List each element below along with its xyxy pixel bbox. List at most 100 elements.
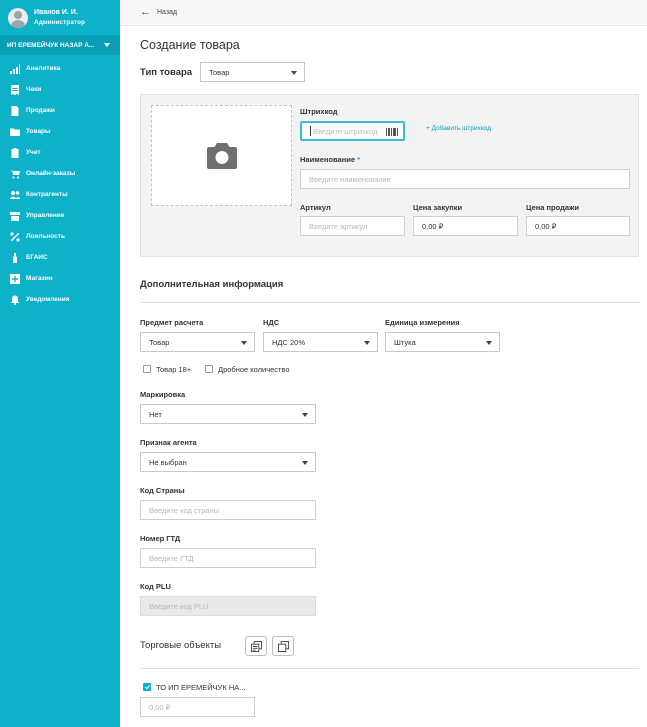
sidebar-item-contractors[interactable]: Контрагенты xyxy=(0,184,120,205)
purchase-price-value: 0,00 ₽ xyxy=(422,221,444,231)
chevron-down-icon xyxy=(302,413,308,417)
unit-select[interactable]: Штука xyxy=(385,332,500,352)
sale-price-value: 0,00 ₽ xyxy=(535,221,557,231)
vat-value: НДС 20% xyxy=(272,337,306,347)
company-selector[interactable]: ИП ЕРЕМЕЙЧУК НАЗАР А... xyxy=(0,35,120,55)
gtd-placeholder: Введите ГТД xyxy=(149,553,194,563)
barcode-placeholder: Введите штрихкод xyxy=(313,126,378,136)
people-icon xyxy=(9,189,20,200)
company-name: ИП ЕРЕМЕЙЧУК НАЗАР А... xyxy=(7,41,95,49)
chevron-down-icon xyxy=(486,341,492,345)
chevron-down-icon xyxy=(364,341,370,345)
copy-settings-button[interactable] xyxy=(245,636,267,656)
sidebar-item-accounting[interactable]: Учет xyxy=(0,142,120,163)
trade-objects-title: Торговые объекты xyxy=(140,640,222,651)
document-icon xyxy=(9,105,20,116)
copy-icon xyxy=(277,640,289,652)
copy-button[interactable] xyxy=(272,636,294,656)
sidebar-item-receipts[interactable]: Чеки xyxy=(0,79,120,100)
sale-price-input[interactable]: 0,00 ₽ xyxy=(526,216,630,236)
analytics-icon xyxy=(9,63,20,74)
product-main-card: Штрихкод Введите штрихкод + Добавить штр… xyxy=(140,94,639,257)
fractional-label: Дробное количество xyxy=(218,365,290,374)
gtd-label: Номер ГТД xyxy=(140,534,181,543)
sidebar: Иванов И. И. Администратор ИП ЕРЕМЕЙЧУК … xyxy=(0,0,120,727)
sidebar-item-label: Чеки xyxy=(26,86,42,93)
required-mark: * xyxy=(357,155,361,164)
shop-plus-icon xyxy=(9,273,20,284)
clipboard-icon xyxy=(9,147,20,158)
subject-select[interactable]: Товар xyxy=(140,332,255,352)
trade-object-label: ТО ИП ЕРЕМЕЙЧУК НА... xyxy=(156,683,246,692)
fractional-checkbox[interactable] xyxy=(205,365,213,373)
arrow-left-icon: ← xyxy=(140,6,151,18)
marking-label: Маркировка xyxy=(140,390,186,399)
add-barcode-link[interactable]: + Добавить штрихкод xyxy=(426,125,491,132)
purchase-price-label: Цена закупки xyxy=(413,203,463,212)
sidebar-item-label: Лояльность xyxy=(26,233,65,240)
unit-label: Единица измерения xyxy=(385,318,460,327)
user-profile[interactable]: Иванов И. И. Администратор xyxy=(0,0,120,35)
sidebar-item-loyalty[interactable]: Лояльность xyxy=(0,226,120,247)
back-button[interactable]: ← Назад xyxy=(140,7,177,18)
user-name: Иванов И. И. xyxy=(34,8,78,16)
sidebar-item-shop[interactable]: Магазин xyxy=(0,268,120,289)
name-input[interactable]: Введите наименование xyxy=(300,169,630,189)
product-type-select[interactable]: Товар xyxy=(200,62,305,82)
photo-upload[interactable] xyxy=(151,105,292,206)
subject-label: Предмет расчета xyxy=(140,318,204,327)
store-icon xyxy=(9,210,20,221)
sidebar-item-notifications[interactable]: Уведомления xyxy=(0,289,120,310)
country-code-input[interactable]: Введите код страны xyxy=(140,500,316,520)
text-cursor xyxy=(310,126,311,136)
avatar xyxy=(8,7,28,28)
barcode-label: Штрихкод xyxy=(300,107,338,116)
sidebar-item-analytics[interactable]: Аналитика xyxy=(0,58,120,79)
marking-select[interactable]: Нет xyxy=(140,404,316,424)
barcode-icon[interactable] xyxy=(386,128,398,136)
copy-list-icon xyxy=(250,640,262,652)
sidebar-item-management[interactable]: Управление xyxy=(0,205,120,226)
chevron-down-icon xyxy=(302,461,308,465)
sidebar-item-label: ЕГАИС xyxy=(26,254,48,261)
sidebar-item-egais[interactable]: ЕГАИС xyxy=(0,247,120,268)
article-input[interactable]: Введите артикул xyxy=(300,216,405,236)
bottle-icon xyxy=(9,252,20,263)
sidebar-item-online-orders[interactable]: Онлайн-заказы xyxy=(0,163,120,184)
country-code-placeholder: Введите код страны xyxy=(149,505,219,515)
percent-icon xyxy=(9,231,20,242)
name-placeholder: Введите наименование xyxy=(309,174,391,184)
sidebar-item-label: Продажи xyxy=(26,107,55,114)
additional-info-title: Дополнительная информация xyxy=(140,279,284,290)
agent-select[interactable]: Не выбран xyxy=(140,452,316,472)
trade-object-price-input[interactable]: 0,00 ₽ xyxy=(140,697,255,717)
sidebar-item-label: Магазин xyxy=(26,275,53,282)
subject-value: Товар xyxy=(149,337,170,347)
gtd-input[interactable]: Введите ГТД xyxy=(140,548,316,568)
plu-input: Введите код PLU xyxy=(140,596,316,616)
sidebar-item-label: Учет xyxy=(26,149,41,156)
article-placeholder: Введите артикул xyxy=(309,221,368,231)
divider xyxy=(140,668,639,669)
camera-icon xyxy=(206,142,237,169)
receipt-icon xyxy=(9,84,20,95)
chevron-down-icon xyxy=(291,71,297,75)
vat-select[interactable]: НДС 20% xyxy=(263,332,378,352)
agent-label: Признак агента xyxy=(140,438,197,447)
country-code-label: Код Страны xyxy=(140,486,185,495)
purchase-price-input[interactable]: 0,00 ₽ xyxy=(413,216,518,236)
sale-price-label: Цена продажи xyxy=(526,203,579,212)
sidebar-item-label: Товары xyxy=(26,128,51,135)
sidebar-item-products[interactable]: Товары xyxy=(0,121,120,142)
bell-icon xyxy=(9,294,20,305)
top-bar: ← Назад xyxy=(120,0,647,26)
sidebar-item-label: Аналитика xyxy=(26,65,61,72)
product-type-label: Тип товара xyxy=(140,67,193,78)
adult-checkbox[interactable] xyxy=(143,365,151,373)
sidebar-item-sales[interactable]: Продажи xyxy=(0,100,120,121)
marking-value: Нет xyxy=(149,409,162,419)
trade-object-checkbox[interactable] xyxy=(143,683,151,691)
barcode-input[interactable]: Введите штрихкод xyxy=(300,121,405,141)
sidebar-item-label: Уведомления xyxy=(26,296,70,303)
divider xyxy=(140,302,639,303)
